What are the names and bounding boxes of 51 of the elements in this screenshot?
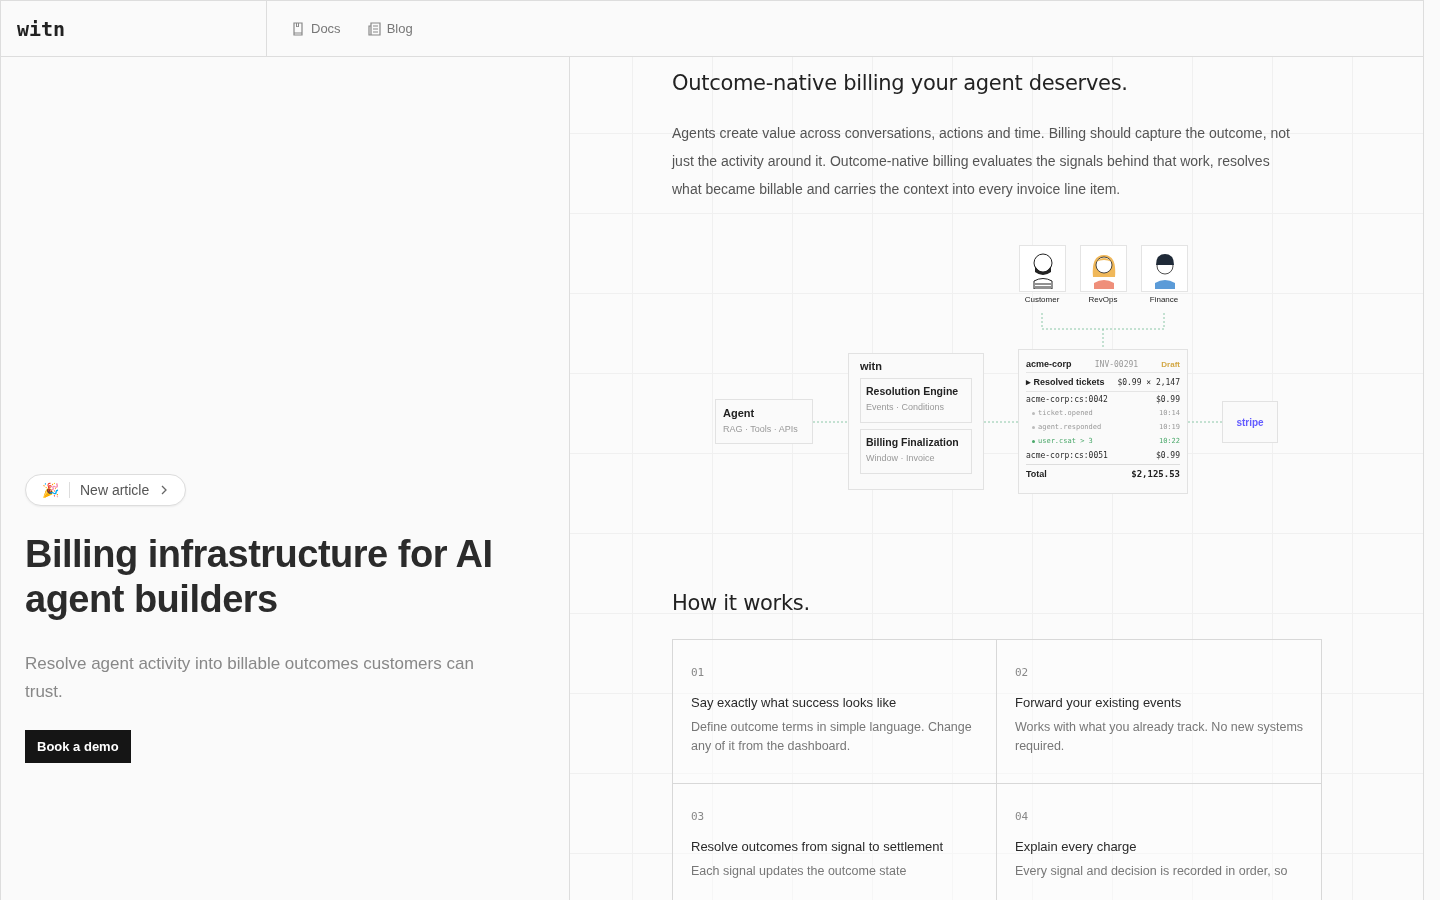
hero-title: Billing infrastructure for AI agent builders xyxy=(25,532,494,622)
newspaper-icon xyxy=(366,21,381,36)
line-item-amount: $0.99 xyxy=(1155,394,1180,404)
line-item-amount: $0.99 xyxy=(1155,450,1180,460)
section-title: How it works. xyxy=(672,591,811,615)
connector-line xyxy=(983,421,1019,423)
status-label: Draft xyxy=(1161,359,1180,369)
role-label: RevOps xyxy=(1087,295,1119,304)
section-title: Outcome-native billing your agent deserves. xyxy=(672,71,1129,95)
total-amount: $2,125.53 xyxy=(1131,469,1180,479)
step-number: 02 xyxy=(1015,666,1030,679)
node-title: Agent xyxy=(723,407,756,419)
nav-link[interactable]: Blog xyxy=(366,21,413,36)
book-demo-button[interactable]: Book a demo xyxy=(25,730,131,763)
step-text: Every signal and decision is recorded in order, so xyxy=(1015,863,1289,880)
module-subtitle: Events · Conditions xyxy=(866,402,946,412)
line-item-label: acme-corp:cs:0051 xyxy=(1026,450,1108,460)
step-title: Resolve outcomes from signal to settlement xyxy=(691,839,945,854)
step-text: Define outcome terms in simple language. Change any of it from the dashboard. xyxy=(691,719,973,755)
connector-line xyxy=(812,421,849,423)
invoice-customer: acme-corp xyxy=(1026,359,1072,369)
step-number: 03 xyxy=(691,810,706,823)
line-group-price: $0.99 × 2,147 xyxy=(1117,377,1180,387)
line-item-label: acme-corp:cs:0042 xyxy=(1026,394,1108,404)
step-number: 01 xyxy=(691,666,706,679)
book-icon xyxy=(291,21,305,36)
module-title: Billing Finalization xyxy=(866,436,960,448)
step-text: Each signal updates the outcome state xyxy=(691,863,908,880)
step-title: Forward your existing events xyxy=(1015,695,1183,710)
hero-subtitle: Resolve agent activity into billable outcomes customers can trust. xyxy=(25,653,475,703)
node-title: witn xyxy=(860,360,883,372)
step-title: Say exactly what success looks like xyxy=(691,695,898,710)
invoice-number: INV-00291 xyxy=(1094,359,1139,369)
section-paragraph: Agents create value across conversations, actions and time. Billing should capture the outcome, not just the activity around it. Outcome-native billing evaluates the signals behind that work, resolves what became billable and carries the context into every invoice line item. xyxy=(672,124,1291,199)
step-number: 04 xyxy=(1015,810,1030,823)
connector-line xyxy=(1187,421,1223,423)
role-label: Finance xyxy=(1148,295,1180,304)
step-title: Explain every charge xyxy=(1015,839,1138,854)
badge-label: New article xyxy=(80,482,150,498)
new-article-link[interactable]: 🎉 New article xyxy=(25,474,187,506)
step-text: Works with what you already track. No new systems required. xyxy=(1015,719,1304,755)
logo[interactable]: witn xyxy=(17,16,66,41)
role-label: Customer xyxy=(1023,295,1061,304)
party-popper-icon: 🎉 xyxy=(42,482,59,498)
line-group-label: ▸ Resolved tickets xyxy=(1026,377,1105,387)
node-subtitle: RAG · Tools · APIs xyxy=(723,424,799,434)
payment-logo: stripe xyxy=(1236,416,1264,428)
module-title: Resolution Engine xyxy=(866,385,960,397)
nav-link[interactable]: Docs xyxy=(291,21,341,36)
total-label: Total xyxy=(1026,469,1047,479)
module-subtitle: Window · Invoice xyxy=(866,453,936,463)
